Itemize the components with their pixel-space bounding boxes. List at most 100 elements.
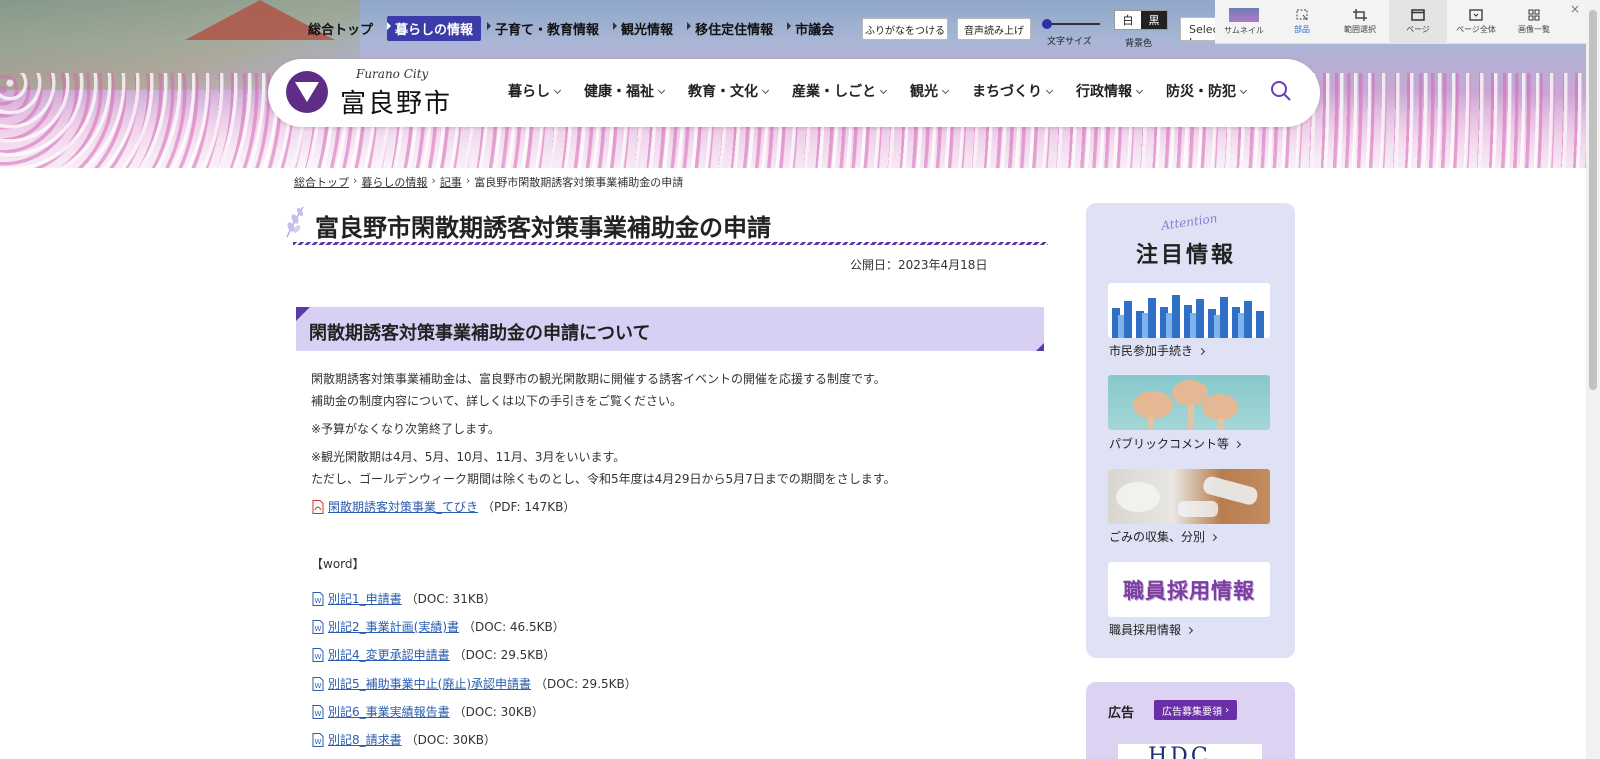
tool-full-page[interactable]: ページ全体 bbox=[1447, 0, 1505, 44]
voice-read-button[interactable]: 音声読み上げ bbox=[957, 18, 1031, 40]
word-doc-icon: W bbox=[312, 704, 324, 719]
top-nav-tourism[interactable]: 観光情報 bbox=[613, 16, 681, 41]
section-title: 閑散期誘客対策事業補助金の申請について bbox=[309, 323, 651, 344]
paragraph: 補助金の制度内容について、詳しくは以下の手引きをご覧ください。 bbox=[311, 394, 683, 408]
breadcrumb-separator-icon: › bbox=[465, 174, 471, 187]
attention-sidebar: Attention 注目情報 市民参加手続き パブリックコメント等 ごみの収集、… bbox=[1086, 203, 1295, 658]
sidebar-card-recruitment[interactable]: 職員採用情報 bbox=[1109, 621, 1194, 638]
top-nav-migration[interactable]: 移住定住情報 bbox=[687, 16, 781, 41]
chevron-down-icon bbox=[1045, 86, 1054, 95]
public-comment-image[interactable] bbox=[1108, 375, 1270, 430]
tool-label: サムネイル bbox=[1224, 26, 1264, 35]
gnav-town[interactable]: まちづくり bbox=[960, 81, 1064, 101]
scrollbar-thumb[interactable] bbox=[1589, 10, 1597, 390]
lavender-icon bbox=[286, 206, 304, 238]
capture-toolbar: サムネイル 部品 範囲選択 ページ ページ全体 画像一覧 × bbox=[1215, 0, 1586, 44]
sidebar-card-garbage[interactable]: ごみの収集、分別 bbox=[1109, 528, 1218, 545]
search-icon[interactable] bbox=[1270, 80, 1292, 102]
svg-text:W: W bbox=[315, 682, 322, 690]
furigana-button[interactable]: ふりがなをつける bbox=[862, 18, 948, 40]
gnav-health[interactable]: 健康・福祉 bbox=[572, 81, 676, 101]
city-emblem-icon[interactable] bbox=[286, 71, 328, 113]
top-nav-living[interactable]: 暮らしの情報 bbox=[387, 16, 482, 41]
gnav-admin[interactable]: 行政情報 bbox=[1064, 81, 1154, 101]
gnav-tourism[interactable]: 観光 bbox=[898, 81, 960, 101]
font-size-label: 文字サイズ bbox=[1047, 37, 1092, 47]
breadcrumb-home[interactable]: 総合トップ bbox=[294, 174, 349, 190]
font-size-slider[interactable] bbox=[1042, 18, 1100, 30]
page-title-block: 富良野市閑散期誘客対策事業補助金の申請 bbox=[283, 203, 1048, 245]
doc-file-name[interactable]: 別記4_変更承認申請書 bbox=[328, 646, 450, 663]
chevron-right-icon bbox=[1209, 533, 1218, 542]
close-icon[interactable]: × bbox=[1570, 2, 1580, 16]
full-page-icon bbox=[1469, 9, 1483, 21]
gnav-living[interactable]: 暮らし bbox=[496, 81, 572, 101]
sidebar-card-citizen[interactable]: 市民参加手続き bbox=[1109, 342, 1206, 359]
chevron-down-icon bbox=[553, 86, 562, 95]
garbage-image[interactable] bbox=[1108, 469, 1270, 524]
chevron-down-icon bbox=[941, 86, 950, 95]
recycling-icon bbox=[1116, 476, 1258, 517]
chevron-down-icon bbox=[1239, 86, 1248, 95]
attention-script: Attention bbox=[1160, 211, 1219, 233]
doc-file-link: W 別記2_事業計画(実績)書 （DOC: 46.5KB） bbox=[312, 618, 565, 635]
page-scrollbar[interactable] bbox=[1586, 0, 1600, 759]
recruitment-banner[interactable]: 職員採用情報 bbox=[1108, 562, 1270, 617]
bg-color-toggle: 白 黒 bbox=[1114, 10, 1168, 30]
doc-file-name[interactable]: 別記5_補助事業中止(廃止)承認申請書 bbox=[328, 675, 531, 692]
ad-box: 広告 広告募集要領 › HDC bbox=[1086, 682, 1295, 759]
tool-thumbnail[interactable]: サムネイル bbox=[1215, 0, 1273, 44]
tool-page[interactable]: ページ bbox=[1389, 0, 1447, 44]
word-doc-icon: W bbox=[312, 619, 324, 634]
gnav-education[interactable]: 教育・文化 bbox=[676, 81, 780, 101]
published-date: 公開日：2023年4月18日 bbox=[850, 258, 988, 272]
ad-banner[interactable]: HDC bbox=[1118, 744, 1262, 759]
word-heading: 【word】 bbox=[311, 557, 365, 571]
top-nav-home[interactable]: 総合トップ bbox=[300, 16, 381, 41]
card-label: 職員採用情報 bbox=[1109, 623, 1182, 637]
chevron-down-icon bbox=[1135, 86, 1144, 95]
slider-knob[interactable] bbox=[1042, 19, 1052, 29]
doc-file-link: W 別記4_変更承認申請書 （DOC: 29.5KB） bbox=[312, 646, 555, 663]
speech-bubbles-icon bbox=[1133, 380, 1238, 430]
doc-file-link: W 別記5_補助事業中止(廃止)承認申請書 （DOC: 29.5KB） bbox=[312, 675, 637, 692]
bg-white-button[interactable]: 白 bbox=[1115, 11, 1141, 29]
sidebar-card-public-comment[interactable]: パブリックコメント等 bbox=[1109, 435, 1242, 452]
chevron-right-icon bbox=[1233, 440, 1242, 449]
doc-file-link: W 別記6_事業実績報告書 （DOC: 30KB） bbox=[312, 703, 544, 720]
top-nav: 総合トップ 暮らしの情報 子育て・教育情報 観光情報 移住定住情報 市議会 bbox=[300, 16, 842, 41]
citizen-participation-image[interactable] bbox=[1108, 283, 1270, 338]
gnav-disaster[interactable]: 防災・防犯 bbox=[1154, 81, 1258, 101]
chevron-right-icon bbox=[1185, 626, 1194, 635]
word-doc-icon: W bbox=[312, 647, 324, 662]
tool-image-list[interactable]: 画像一覧 bbox=[1505, 0, 1563, 44]
tool-parts[interactable]: 部品 bbox=[1273, 0, 1331, 44]
sidebar-title: 注目情報 bbox=[1136, 243, 1237, 268]
doc-file-name[interactable]: 別記8_請求書 bbox=[328, 731, 402, 748]
top-nav-childcare[interactable]: 子育て・教育情報 bbox=[487, 16, 607, 41]
doc-file-name[interactable]: 別記6_事業実績報告書 bbox=[328, 703, 450, 720]
paragraph: ※予算がなくなり次第終了します。 bbox=[311, 422, 500, 436]
ad-guidelines-button[interactable]: 広告募集要領 › bbox=[1154, 700, 1238, 720]
doc-file-name[interactable]: 別記1_申請書 bbox=[328, 590, 402, 607]
gnav-industry[interactable]: 産業・しごと bbox=[780, 81, 898, 101]
recruitment-banner-text: 職員採用情報 bbox=[1123, 578, 1255, 603]
breadcrumb-article[interactable]: 記事 bbox=[440, 174, 462, 190]
tool-range[interactable]: 範囲選択 bbox=[1331, 0, 1389, 44]
global-nav: 暮らし 健康・福祉 教育・文化 産業・しごと 観光 まちづくり 行政情報 防災・… bbox=[496, 81, 1258, 101]
bg-black-button[interactable]: 黒 bbox=[1141, 11, 1167, 29]
doc-file-link: W 別記8_請求書 （DOC: 30KB） bbox=[312, 731, 496, 748]
page-title: 富良野市閑散期誘客対策事業補助金の申請 bbox=[315, 214, 771, 242]
pdf-file-name[interactable]: 閑散期誘客対策事業_てびき bbox=[328, 498, 478, 515]
logo-japanese[interactable]: 富良野市 bbox=[340, 83, 452, 120]
logo-english: Furano City bbox=[356, 67, 429, 81]
card-label: パブリックコメント等 bbox=[1109, 437, 1230, 451]
pdf-icon bbox=[312, 499, 324, 514]
card-label: 市民参加手続き bbox=[1109, 344, 1194, 358]
tool-label: 範囲選択 bbox=[1344, 25, 1376, 34]
gnav-label: 暮らし bbox=[508, 84, 550, 100]
breadcrumb-living[interactable]: 暮らしの情報 bbox=[361, 174, 427, 190]
top-nav-council[interactable]: 市議会 bbox=[787, 16, 842, 41]
doc-file-name[interactable]: 別記2_事業計画(実績)書 bbox=[328, 618, 459, 635]
crop-icon bbox=[1353, 9, 1367, 21]
